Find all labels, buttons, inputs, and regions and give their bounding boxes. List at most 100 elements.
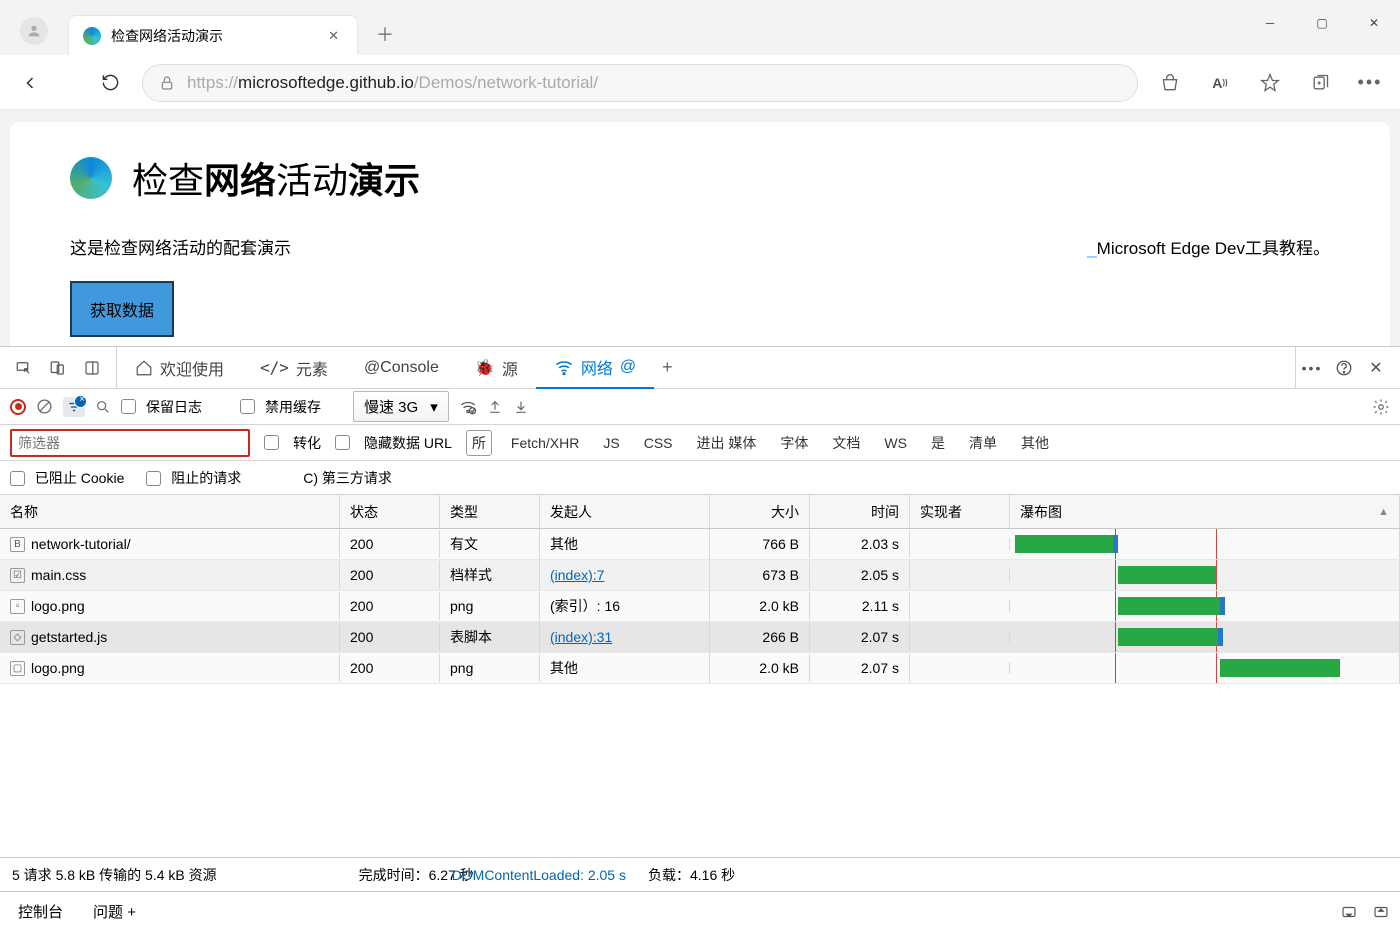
drawer-tab-issues[interactable]: 问题 +: [85, 895, 144, 928]
page-content: 检查网络活动演示 这是检查网络活动的配套演示 _Microsoft Edge D…: [10, 122, 1390, 361]
hide-data-url-label: 隐藏数据 URL: [364, 433, 452, 453]
maximize-button[interactable]: ▢: [1296, 0, 1348, 45]
filter-toggle-icon[interactable]: [63, 397, 85, 417]
search-icon[interactable]: [95, 399, 111, 415]
waterfall-cell: [1010, 529, 1400, 559]
shopping-icon[interactable]: [1152, 65, 1188, 101]
drawer-tab-console[interactable]: 控制台: [10, 895, 71, 928]
blocked-requests-label: 阻止的请求: [171, 470, 241, 486]
network-table: 名称 状态 类型 发起人 大小 时间 实现者 瀑布图 ▲ Bnetwork-tu…: [0, 495, 1400, 857]
filter-type-doc[interactable]: 文档: [827, 431, 865, 455]
dock-side-icon[interactable]: [76, 352, 108, 384]
address-bar-row: https://microsoftedge.github.io/Demos/ne…: [0, 55, 1400, 110]
edge-logo-icon: [83, 27, 101, 45]
close-tab-icon[interactable]: ✕: [324, 24, 343, 48]
clear-button[interactable]: [36, 398, 53, 415]
tab-console-label: @Console: [364, 359, 439, 377]
filter-type-all[interactable]: 所: [466, 430, 492, 456]
filter-type-ws[interactable]: WS: [879, 433, 912, 453]
table-row[interactable]: Bnetwork-tutorial/200有文其他766 B2.03 s: [0, 529, 1400, 560]
filter-type-img[interactable]: 进出 媒体: [692, 431, 762, 455]
page-viewport: 检查网络活动演示 这是检查网络活动的配套演示 _Microsoft Edge D…: [0, 110, 1400, 371]
initiator-link[interactable]: (index):31: [550, 629, 612, 645]
minimize-button[interactable]: ─: [1244, 0, 1296, 45]
tab-elements[interactable]: </> 元素: [242, 347, 346, 388]
col-initiator[interactable]: 发起人: [540, 495, 710, 528]
tab-console[interactable]: @Console: [346, 347, 457, 388]
blocked-requests-checkbox[interactable]: [146, 471, 161, 486]
filter-type-other[interactable]: 其他: [1016, 431, 1054, 455]
invert-checkbox[interactable]: [264, 435, 279, 450]
throttling-select[interactable]: 慢速 3G ▾: [353, 391, 449, 422]
devtools-close-icon[interactable]: ✕: [1360, 352, 1392, 384]
page-description: 这是检查网络活动的配套演示: [70, 234, 291, 259]
edge-logo-icon: [70, 157, 112, 199]
favorites-icon[interactable]: [1252, 65, 1288, 101]
table-row[interactable]: ▢logo.png200png其他2.0 kB2.07 s: [0, 653, 1400, 684]
filter-type-font[interactable]: 字体: [775, 431, 813, 455]
col-waterfall[interactable]: 瀑布图 ▲: [1010, 495, 1400, 528]
bug-icon: 🐞: [475, 358, 495, 378]
hide-data-url-checkbox[interactable]: [335, 435, 350, 450]
wifi-icon: [554, 357, 574, 377]
filter-row: 转化 隐藏数据 URL 所 Fetch/XHR JS CSS 进出 媒体 字体 …: [0, 425, 1400, 461]
initiator-link: (索引）: 16: [550, 596, 620, 616]
back-button[interactable]: [12, 65, 48, 101]
drawer-expand-icon[interactable]: [1372, 903, 1390, 921]
tab-sources[interactable]: 🐞 源: [457, 347, 536, 388]
preserve-log-label: 保留日志: [146, 397, 202, 417]
add-tab-button[interactable]: +: [654, 357, 681, 378]
preserve-log-checkbox[interactable]: [121, 399, 136, 414]
address-bar[interactable]: https://microsoftedge.github.io/Demos/ne…: [142, 64, 1138, 102]
table-body: Bnetwork-tutorial/200有文其他766 B2.03 s☑mai…: [0, 529, 1400, 857]
filter-type-manifest[interactable]: 清单: [964, 431, 1002, 455]
device-toggle-icon[interactable]: [42, 352, 74, 384]
table-row[interactable]: ▫logo.png200png(索引）: 162.0 kB2.11 s: [0, 591, 1400, 622]
filter-type-wasm[interactable]: 是: [926, 431, 950, 455]
devtools-help-icon[interactable]: [1328, 352, 1360, 384]
third-party-label: C) 第三方请求: [303, 468, 392, 488]
fetch-data-button[interactable]: 获取数据: [70, 281, 174, 337]
page-tutorial-link[interactable]: _Microsoft Edge Dev工具教程。: [1087, 234, 1330, 259]
col-status[interactable]: 状态: [340, 495, 440, 528]
inspect-element-icon[interactable]: [8, 352, 40, 384]
col-fulfilled[interactable]: 实现者: [910, 495, 1010, 528]
new-tab-button[interactable]: ＋: [358, 13, 412, 55]
filter-input[interactable]: [10, 429, 250, 457]
filter-type-fetch[interactable]: Fetch/XHR: [506, 433, 584, 453]
devtools-more-icon[interactable]: •••: [1296, 352, 1328, 384]
drawer-dock-icon[interactable]: [1340, 903, 1358, 921]
network-settings-icon[interactable]: [1372, 398, 1390, 416]
col-name[interactable]: 名称: [0, 495, 340, 528]
filter-type-js[interactable]: JS: [598, 433, 624, 453]
disable-cache-checkbox[interactable]: [240, 399, 255, 414]
initiator-link[interactable]: (index):7: [550, 567, 604, 583]
sort-indicator-icon: ▲: [1378, 506, 1389, 518]
profile-avatar-icon[interactable]: [20, 17, 48, 45]
close-window-button[interactable]: ✕: [1348, 0, 1400, 45]
tab-network[interactable]: 网络 @: [536, 348, 654, 389]
table-row[interactable]: ◇getstarted.js200表脚本(index):31266 B2.07 …: [0, 622, 1400, 653]
network-conditions-icon[interactable]: [459, 398, 477, 416]
blocked-cookies-checkbox[interactable]: [10, 471, 25, 486]
col-time[interactable]: 时间: [810, 495, 910, 528]
blocked-cookies-label: 已阻止 Cookie: [35, 470, 124, 486]
col-size[interactable]: 大小: [710, 495, 810, 528]
filter-type-css[interactable]: CSS: [639, 433, 678, 453]
tab-welcome[interactable]: 欢迎使用: [117, 347, 242, 388]
col-type[interactable]: 类型: [440, 495, 540, 528]
home-icon: [135, 359, 153, 377]
file-type-icon: ▢: [10, 661, 25, 676]
record-button[interactable]: [10, 399, 26, 415]
tab-elements-label: 元素: [296, 356, 328, 380]
collections-icon[interactable]: [1302, 65, 1338, 101]
browser-titlebar: 检查网络活动演示 ✕ ＋ ─ ▢ ✕: [0, 0, 1400, 55]
browser-tab[interactable]: 检查网络活动演示 ✕: [68, 15, 358, 55]
table-row[interactable]: ☑main.css200档样式(index):7673 B2.05 s: [0, 560, 1400, 591]
more-icon[interactable]: •••: [1352, 65, 1388, 101]
upload-har-icon[interactable]: [487, 399, 503, 415]
refresh-button[interactable]: [92, 65, 128, 101]
download-har-icon[interactable]: [513, 399, 529, 415]
read-aloud-icon[interactable]: A)): [1202, 65, 1238, 101]
throttling-value: 慢速 3G: [364, 396, 418, 417]
